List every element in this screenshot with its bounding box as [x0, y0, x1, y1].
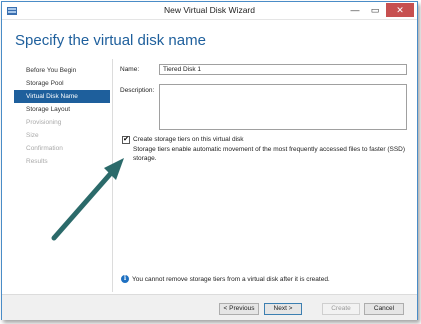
nav-item-virtual-disk-name[interactable]: Virtual Disk Name [14, 90, 110, 103]
button-bar: < Previous Next > Create Cancel [2, 294, 417, 320]
wizard-nav: Before You Begin Storage Pool Virtual Di… [14, 64, 110, 168]
nav-item-storage-layout[interactable]: Storage Layout [14, 103, 110, 116]
nav-item-results: Results [26, 158, 48, 165]
cancel-button[interactable]: Cancel [364, 303, 404, 315]
name-input[interactable] [159, 64, 407, 75]
info-message: You cannot remove storage tiers from a v… [132, 276, 330, 283]
nav-item-provisioning: Provisioning [26, 119, 62, 126]
minimize-button[interactable]: — [345, 3, 365, 17]
create-button: Create [322, 303, 360, 315]
storage-tiers-checkbox[interactable]: ✔ [122, 136, 130, 144]
next-button[interactable]: Next > [264, 303, 302, 315]
title-bar: New Virtual Disk Wizard — ▭ ✕ [2, 2, 417, 20]
storage-tiers-checkbox-label[interactable]: Create storage tiers on this virtual dis… [133, 136, 244, 143]
maximize-button[interactable]: ▭ [365, 3, 385, 17]
page-title: Specify the virtual disk name [15, 32, 206, 49]
nav-item-storage-pool[interactable]: Storage Pool [14, 77, 110, 90]
nav-item-before-you-begin[interactable]: Before You Begin [14, 64, 110, 77]
storage-tiers-description: Storage tiers enable automatic movement … [133, 146, 406, 162]
previous-button[interactable]: < Previous [219, 303, 259, 315]
description-input[interactable] [159, 84, 407, 130]
nav-item-size: Size [26, 132, 39, 139]
close-button[interactable]: ✕ [386, 3, 414, 17]
nav-divider [112, 59, 113, 292]
name-label: Name: [120, 66, 140, 73]
wizard-window: New Virtual Disk Wizard — ▭ ✕ Specify th… [1, 1, 418, 320]
info-icon: i [121, 275, 129, 283]
description-label: Description: [120, 87, 155, 94]
nav-item-confirmation: Confirmation [26, 145, 63, 152]
